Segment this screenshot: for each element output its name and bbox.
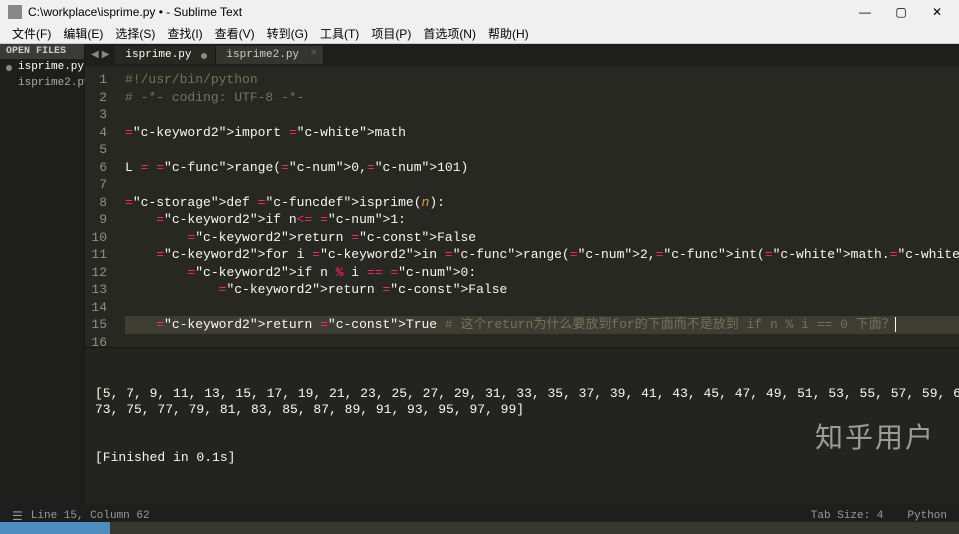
file-tab[interactable]: isprime2.py ×: [216, 46, 324, 64]
code-line[interactable]: ="c-keyword2">return ="c-const">True # 这…: [125, 316, 959, 334]
line-number: 1: [91, 71, 107, 89]
tab-label: isprime.py: [125, 49, 191, 61]
sidebar: OPEN FILES isprime.py isprime2.py: [0, 44, 85, 504]
status-syntax[interactable]: Python: [907, 510, 947, 522]
menubar: 文件(F) 编辑(E) 选择(S) 查找(I) 查看(V) 转到(G) 工具(T…: [0, 24, 959, 44]
sidebar-open-file[interactable]: isprime.py: [0, 59, 84, 75]
horizontal-scroll-thumb[interactable]: [0, 522, 110, 534]
line-number: 3: [91, 106, 107, 124]
file-tab[interactable]: isprime.py: [115, 46, 216, 64]
tab-close-icon[interactable]: ×: [310, 48, 317, 60]
nav-back-icon[interactable]: ◀: [91, 49, 99, 61]
code-line[interactable]: ="c-keyword2">return ="c-const">False: [125, 229, 959, 247]
sidebar-open-file[interactable]: isprime2.py: [0, 75, 84, 91]
close-window-button[interactable]: ✕: [923, 5, 951, 19]
line-number: 6: [91, 159, 107, 177]
line-number: 9: [91, 211, 107, 229]
line-number: 14: [91, 299, 107, 317]
menu-prefs[interactable]: 首选项(N): [419, 25, 480, 42]
code-line[interactable]: #!/usr/bin/python: [125, 71, 959, 89]
status-cursor-position[interactable]: Line 15, Column 62: [31, 510, 811, 522]
line-number-gutter: 12345678910111213141516171819202122: [85, 66, 117, 347]
line-number: 8: [91, 194, 107, 212]
console-line-2: [Finished in 0.1s]: [95, 450, 959, 466]
code-line[interactable]: # -*- coding: UTF-8 -*-: [125, 89, 959, 107]
window-titlebar: C:\workplace\isprime.py • - Sublime Text…: [0, 0, 959, 24]
menu-view[interactable]: 查看(V): [211, 25, 259, 42]
code-line[interactable]: [125, 334, 959, 348]
code-line[interactable]: L = ="c-func">range(="c-num">0,="c-num">…: [125, 159, 959, 177]
code-line[interactable]: [125, 176, 959, 194]
code-line[interactable]: [125, 106, 959, 124]
tab-modified-dot-icon: [201, 53, 207, 59]
code-line[interactable]: [125, 141, 959, 159]
line-number: 7: [91, 176, 107, 194]
app-icon: [8, 5, 22, 19]
code-line[interactable]: ="c-keyword2">return ="c-const">False: [125, 281, 959, 299]
open-file-label: isprime.py: [18, 61, 84, 73]
minimize-button[interactable]: —: [851, 5, 879, 19]
status-tab-size[interactable]: Tab Size: 4: [811, 510, 884, 522]
modified-dot-icon: [6, 65, 12, 71]
horizontal-scrollbar[interactable]: [0, 522, 959, 534]
menu-file[interactable]: 文件(F): [8, 25, 55, 42]
code-editor[interactable]: #!/usr/bin/python# -*- coding: UTF-8 -*-…: [117, 66, 959, 347]
code-line[interactable]: ="c-keyword2">for i ="c-keyword2">in ="c…: [125, 246, 959, 264]
menu-goto[interactable]: 转到(G): [263, 25, 312, 42]
menu-select[interactable]: 选择(S): [111, 25, 159, 42]
maximize-button[interactable]: ▢: [887, 5, 915, 19]
code-line[interactable]: ="c-keyword2">import ="c-white">math: [125, 124, 959, 142]
line-number: 11: [91, 246, 107, 264]
code-line[interactable]: ="c-storage">def ="c-funcdef">isprime(n)…: [125, 194, 959, 212]
line-number: 12: [91, 264, 107, 282]
open-file-label: isprime2.py: [18, 77, 91, 89]
tab-bar: ◀ ▶ isprime.py isprime2.py ×: [85, 44, 959, 66]
tab-label: isprime2.py: [226, 49, 299, 61]
code-line[interactable]: [125, 299, 959, 317]
line-number: 2: [91, 89, 107, 107]
line-number: 16: [91, 334, 107, 348]
line-number: 4: [91, 124, 107, 142]
menu-help[interactable]: 帮助(H): [484, 25, 533, 42]
menu-project[interactable]: 项目(P): [367, 25, 415, 42]
menu-edit[interactable]: 编辑(E): [59, 25, 107, 42]
code-line[interactable]: ="c-keyword2">if n % i == ="c-num">0:: [125, 264, 959, 282]
line-number: 10: [91, 229, 107, 247]
line-number: 15: [91, 316, 107, 334]
window-title: C:\workplace\isprime.py • - Sublime Text: [28, 5, 851, 19]
menu-tools[interactable]: 工具(T): [316, 25, 363, 42]
nav-forward-icon[interactable]: ▶: [102, 49, 110, 61]
build-output-panel[interactable]: [5, 7, 9, 11, 13, 15, 17, 19, 21, 23, 25…: [85, 347, 959, 504]
console-line-1: [5, 7, 9, 11, 13, 15, 17, 19, 21, 23, 25…: [95, 386, 959, 418]
statusbar: ☰ Line 15, Column 62 Tab Size: 4 Python: [0, 504, 959, 528]
code-line[interactable]: ="c-keyword2">if n<= ="c-num">1:: [125, 211, 959, 229]
line-number: 5: [91, 141, 107, 159]
sidebar-open-files-header: OPEN FILES: [0, 44, 84, 59]
line-number: 13: [91, 281, 107, 299]
text-cursor: [895, 317, 896, 332]
menu-find[interactable]: 查找(I): [163, 25, 206, 42]
